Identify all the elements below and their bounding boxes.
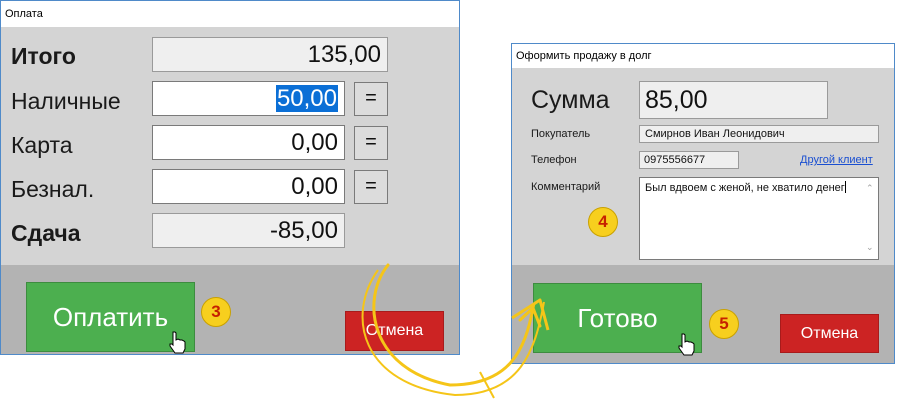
card-equals-button[interactable]: = (354, 126, 388, 160)
buyer-label: Покупатель (531, 128, 591, 140)
card-input[interactable]: 0,00 (152, 125, 345, 160)
step-badge-3: 3 (201, 297, 231, 327)
step-badge-5: 5 (709, 309, 739, 339)
debt-window-title: Оформить продажу в долг (512, 44, 894, 68)
debt-cancel-button[interactable]: Отмена (780, 314, 879, 353)
scroll-up-icon[interactable]: ⌃ (866, 181, 874, 195)
total-label: Итого (11, 43, 76, 69)
hand-cursor-icon-2 (678, 333, 695, 356)
hand-cursor-icon (169, 331, 186, 354)
debt-window: Оформить продажу в долг Сумма 85,00 Поку… (511, 43, 895, 364)
sum-field: 85,00 (639, 81, 828, 119)
bank-transfer-label: Безнал. (11, 176, 95, 202)
scroll-down-icon[interactable]: ⌄ (866, 240, 874, 254)
text-cursor (844, 181, 846, 193)
comment-textarea[interactable]: Был вдвоем с женой, не хватило денег ⌃ ⌄ (639, 177, 879, 260)
cash-input-selected-text: 50,00 (275, 85, 338, 112)
card-label: Карта (11, 132, 73, 158)
other-client-link[interactable]: Другой клиент (800, 154, 873, 166)
phone-label: Телефон (531, 154, 577, 166)
step-badge-4: 4 (588, 207, 618, 237)
bank-transfer-input[interactable]: 0,00 (152, 169, 345, 204)
payment-window: Оплата Итого 135,00 Наличные 50,00 = Кар… (0, 0, 460, 355)
comment-label: Комментарий (531, 181, 601, 193)
phone-field: 0975556677 (639, 151, 739, 169)
arrow-bottom-head-icon (479, 371, 495, 399)
payment-cancel-button[interactable]: Отмена (345, 311, 444, 351)
cash-label: Наличные (11, 88, 121, 114)
total-field: 135,00 (152, 37, 388, 72)
payment-window-title: Оплата (1, 1, 459, 27)
buyer-field: Смирнов Иван Леонидович (639, 125, 879, 143)
cash-input[interactable]: 50,00 (152, 81, 345, 116)
change-field: -85,00 (152, 213, 345, 248)
cash-equals-button[interactable]: = (354, 82, 388, 116)
comment-text: Был вдвоем с женой, не хватило денег (645, 182, 845, 194)
comment-scrollbar[interactable]: ⌃ ⌄ (862, 178, 878, 259)
sum-label: Сумма (531, 86, 610, 114)
bank-transfer-equals-button[interactable]: = (354, 170, 388, 204)
change-label: Сдача (11, 220, 81, 246)
